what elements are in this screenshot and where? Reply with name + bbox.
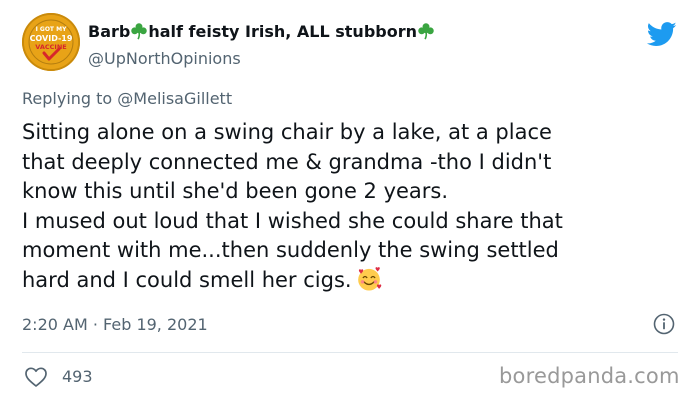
tweet-line: moment with me...then suddenly the swing… bbox=[22, 238, 559, 263]
avatar-line1: I GOT MY bbox=[36, 26, 67, 33]
tweet-line: hard and I could smell her cigs. bbox=[22, 267, 352, 292]
avatar-line2: COVID-19 bbox=[30, 34, 73, 43]
shamrock-icon bbox=[418, 23, 434, 40]
user-handle[interactable]: @UpNorthOpinions bbox=[88, 49, 241, 68]
display-name-part1: Barb bbox=[88, 22, 131, 41]
tweet-line: I mused out loud that I wished she could… bbox=[22, 208, 563, 233]
tweet-line: Sitting alone on a swing chair by a lake… bbox=[22, 120, 552, 144]
display-name[interactable]: Barb half feisty Irish, ALL stubborn bbox=[88, 22, 435, 41]
replying-prefix: Replying to bbox=[22, 89, 118, 108]
info-icon[interactable] bbox=[652, 312, 676, 336]
tweet-line: know this until she'd been gone 2 years. bbox=[22, 179, 449, 204]
tweet-line-with-emoji: hard and I could smell her cigs. bbox=[22, 266, 682, 296]
avatar[interactable]: I GOT MY COVID-19 VACCINE bbox=[22, 13, 80, 71]
shamrock-icon bbox=[131, 23, 148, 40]
reply-mention-link[interactable]: @MelisaGillett bbox=[117, 89, 232, 108]
smiling-face-with-hearts-emoji bbox=[357, 267, 381, 291]
divider bbox=[22, 352, 678, 353]
like-count: 493 bbox=[62, 367, 93, 386]
covid-vaccine-badge-icon: I GOT MY COVID-19 VACCINE bbox=[24, 15, 78, 69]
replying-to: Replying to @MelisaGillett bbox=[22, 89, 232, 108]
tweet-text: Sitting alone on a swing chair by a lake… bbox=[22, 118, 682, 296]
display-name-part2: half feisty Irish, ALL stubborn bbox=[148, 22, 417, 41]
twitter-bird-icon[interactable] bbox=[647, 22, 677, 47]
tweet-timestamp[interactable]: 2:20 AM · Feb 19, 2021 bbox=[22, 315, 208, 334]
boredpanda-watermark: boredpanda.com bbox=[499, 364, 680, 388]
heart-outline-icon[interactable] bbox=[24, 366, 48, 388]
avatar-line3: VACCINE bbox=[35, 43, 66, 51]
tweet-line: that deeply connected me & grandma -tho … bbox=[22, 149, 552, 174]
